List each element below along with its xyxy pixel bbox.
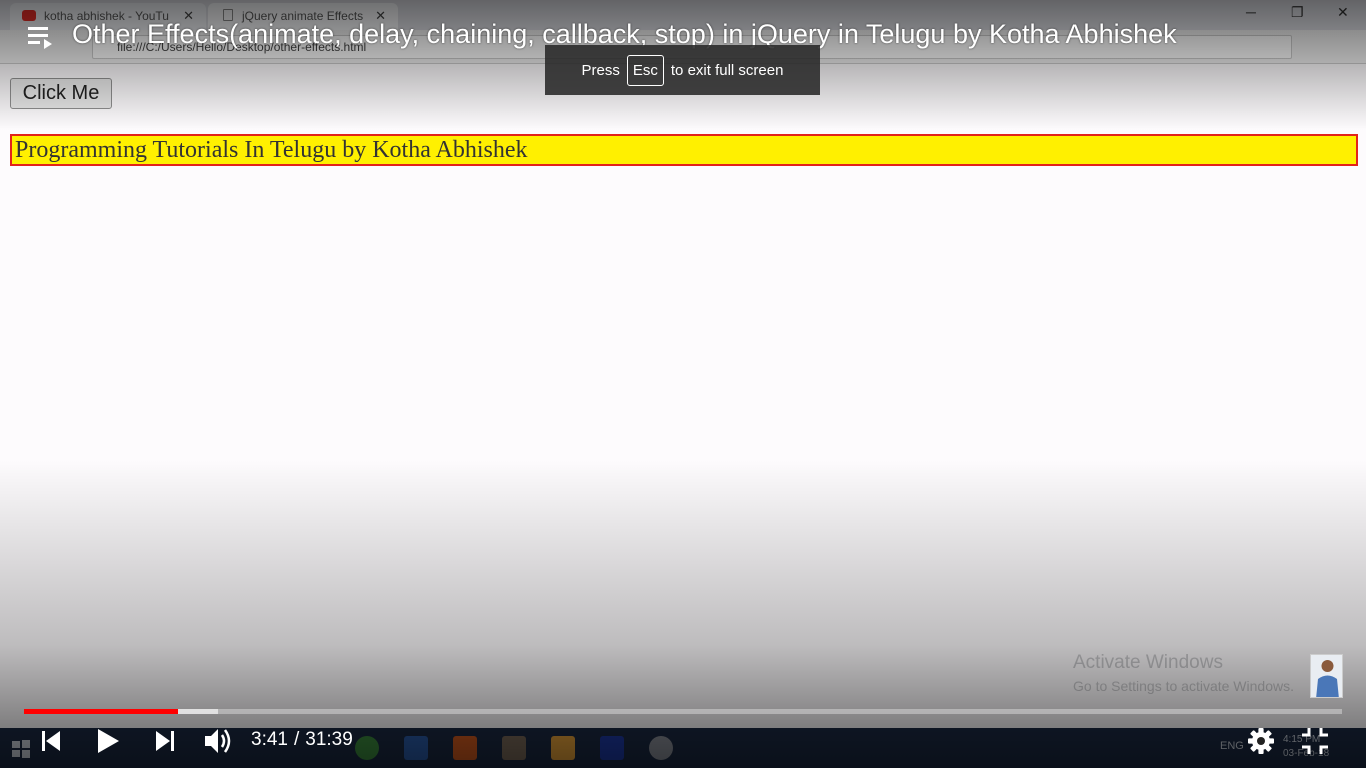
minimize-icon[interactable]: ─	[1246, 4, 1256, 20]
youtube-favicon-icon	[22, 10, 36, 21]
window-close-icon[interactable]: ✕	[1337, 4, 1349, 21]
video-frame[interactable]: kotha abhishek - YouTu ✕ jQuery animate …	[0, 0, 1366, 768]
watermark-subtitle: Go to Settings to activate Windows.	[1073, 678, 1294, 694]
app-taskbar-icon[interactable]	[649, 736, 673, 760]
play-icon[interactable]	[92, 724, 124, 758]
previous-icon[interactable]	[37, 724, 65, 758]
settings-icon[interactable]	[1244, 724, 1278, 758]
activate-windows-watermark: Activate Windows Go to Settings to activ…	[1073, 652, 1294, 694]
next-icon[interactable]	[151, 724, 179, 758]
click-me-button[interactable]: Click Me	[10, 78, 112, 109]
toast-press: Press	[581, 61, 620, 79]
duration: 31:39	[305, 729, 353, 750]
volume-icon[interactable]	[201, 724, 235, 758]
time-separator: /	[293, 729, 300, 750]
exit-fullscreen-icon[interactable]	[1298, 724, 1332, 758]
restore-icon[interactable]: ❐	[1291, 4, 1304, 21]
chrome-taskbar-icon[interactable]	[355, 736, 379, 760]
toast-message: to exit full screen	[670, 61, 784, 79]
app-taskbar-icon[interactable]	[551, 736, 575, 760]
app-taskbar-icon[interactable]	[502, 736, 526, 760]
app-taskbar-icon[interactable]	[600, 736, 624, 760]
current-time: 3:41	[251, 729, 288, 750]
windows-start-icon[interactable]	[12, 740, 30, 758]
word-taskbar-icon[interactable]	[404, 736, 428, 760]
person-icon	[1316, 660, 1339, 697]
playlist-icon[interactable]	[26, 24, 56, 50]
powerpoint-taskbar-icon[interactable]	[453, 736, 477, 760]
progress-played	[24, 709, 179, 714]
fullscreen-toast: Press Esc to exit full screen	[545, 45, 820, 95]
time-display: 3:41/31:39	[251, 729, 353, 751]
channel-watermark-avatar[interactable]	[1310, 654, 1343, 698]
progress-bar[interactable]	[24, 709, 1342, 714]
watermark-title: Activate Windows	[1073, 652, 1223, 673]
language-indicator[interactable]: ENG	[1220, 740, 1244, 752]
animated-banner: Programming Tutorials In Telugu by Kotha…	[10, 134, 1358, 166]
esc-key-badge: Esc	[626, 54, 664, 86]
